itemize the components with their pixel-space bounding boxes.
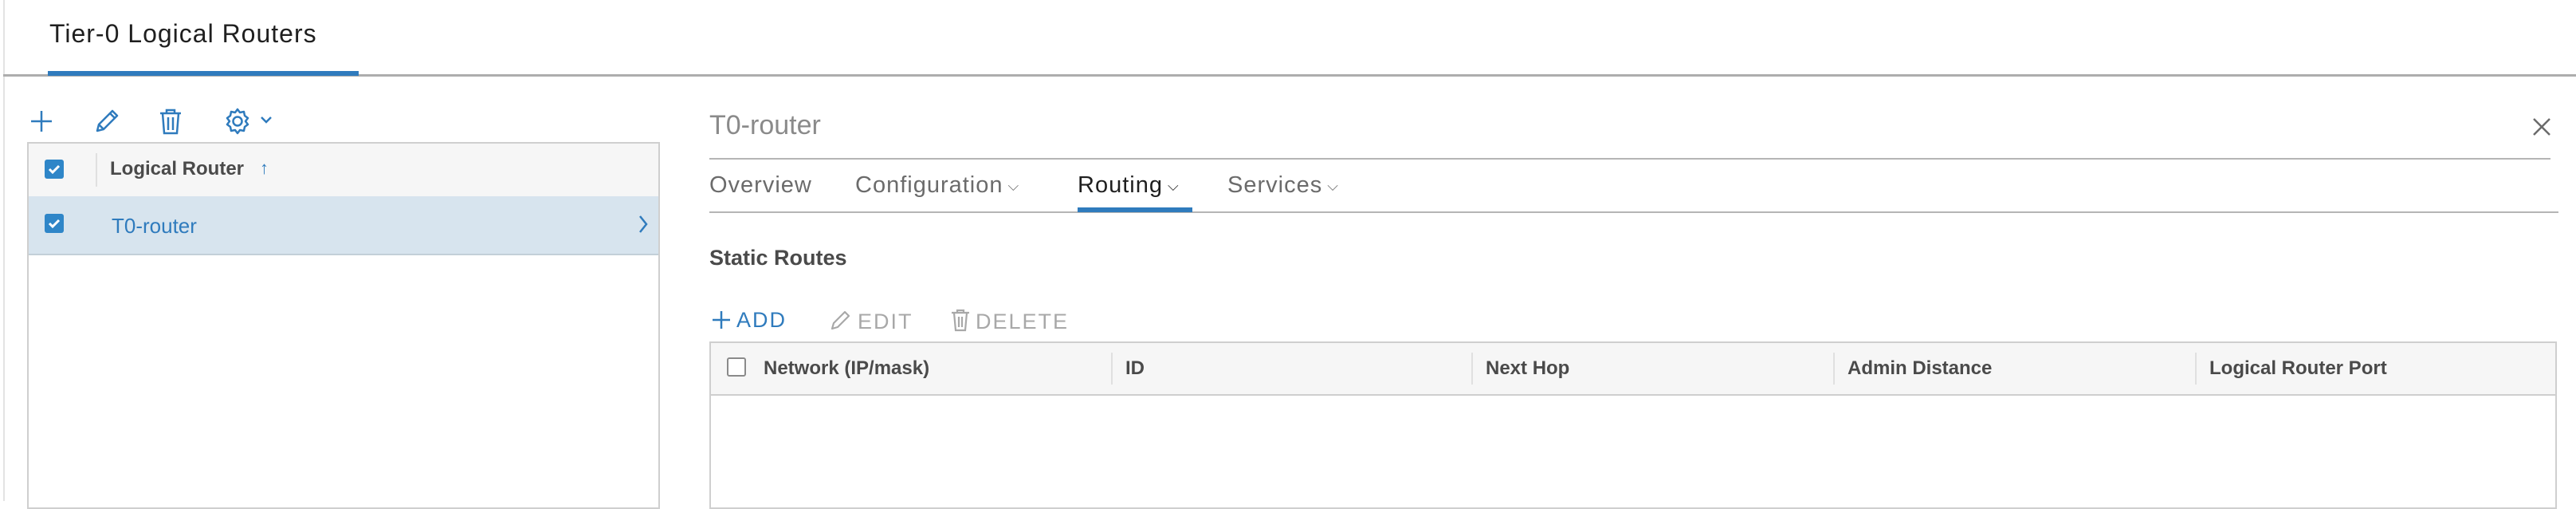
section-title: Static Routes xyxy=(709,246,847,270)
column-header-network[interactable]: Network (IP/mask) xyxy=(764,357,929,380)
column-separator xyxy=(96,153,97,187)
tabs-divider xyxy=(709,211,2558,213)
sort-ascending-icon[interactable]: ↑ xyxy=(260,158,269,179)
active-tab-indicator xyxy=(48,71,359,76)
tab-configuration[interactable]: Configuration ⌵ xyxy=(855,172,1019,199)
active-tab-indicator xyxy=(1078,207,1192,212)
row-checkbox[interactable] xyxy=(45,214,64,233)
tab-label: Overview xyxy=(709,172,812,198)
tab-routing[interactable]: Routing ⌵ xyxy=(1078,172,1180,199)
tab-label: Configuration xyxy=(855,172,1003,198)
column-header-id[interactable]: ID xyxy=(1125,357,1145,380)
column-separator[interactable] xyxy=(1471,353,1473,385)
table-row[interactable]: T0-router xyxy=(29,196,658,255)
add-route-button[interactable]: ADD xyxy=(711,308,787,333)
add-label: ADD xyxy=(736,308,787,332)
select-all-checkbox[interactable] xyxy=(727,357,746,377)
chevron-right-icon[interactable] xyxy=(638,214,649,239)
delete-route-button[interactable]: DELETE xyxy=(950,308,1069,334)
detail-title: T0-router xyxy=(709,110,821,140)
tab-overview[interactable]: Overview xyxy=(709,172,812,199)
column-header-logical-router[interactable]: Logical Router xyxy=(110,158,244,180)
tab-services[interactable]: Services ⌵ xyxy=(1227,172,1339,199)
page-title-tab[interactable]: Tier-0 Logical Routers xyxy=(49,19,317,49)
page-header xyxy=(3,0,2576,77)
title-divider xyxy=(709,158,2550,160)
select-all-checkbox[interactable] xyxy=(45,160,64,179)
chevron-down-icon: ⌵ xyxy=(1167,177,1180,194)
delete-icon[interactable] xyxy=(158,107,183,136)
settings-icon[interactable] xyxy=(223,107,252,136)
chevron-down-icon: ⌵ xyxy=(1327,177,1339,194)
column-header-logical-router-port[interactable]: Logical Router Port xyxy=(2209,357,2387,380)
tab-label: Services xyxy=(1227,172,1323,198)
column-separator[interactable] xyxy=(1111,353,1113,385)
edit-label: EDIT xyxy=(858,310,913,333)
delete-icon xyxy=(952,309,969,332)
router-list-grid: Logical Router ↑ T0-router xyxy=(27,142,660,509)
column-separator[interactable] xyxy=(2195,353,2197,385)
static-routes-header: Network (IP/mask) ID Next Hop Admin Dist… xyxy=(711,343,2555,396)
add-icon[interactable] xyxy=(29,109,54,134)
tab-label: Routing xyxy=(1078,172,1163,198)
router-list-header: Logical Router ↑ xyxy=(29,144,658,198)
column-header-next-hop[interactable]: Next Hop xyxy=(1486,357,1569,380)
chevron-down-icon[interactable] xyxy=(260,115,273,124)
close-icon[interactable] xyxy=(2531,116,2552,141)
edit-icon[interactable] xyxy=(92,107,121,136)
delete-label: DELETE xyxy=(976,310,1070,333)
edit-icon xyxy=(831,310,850,330)
chevron-down-icon: ⌵ xyxy=(1007,177,1020,194)
column-header-admin-distance[interactable]: Admin Distance xyxy=(1848,357,1992,380)
static-routes-grid: Network (IP/mask) ID Next Hop Admin Dist… xyxy=(709,341,2557,509)
column-separator[interactable] xyxy=(1833,353,1835,385)
router-name-link[interactable]: T0-router xyxy=(112,214,197,239)
add-icon xyxy=(713,311,730,329)
edit-route-button[interactable]: EDIT xyxy=(829,308,913,334)
